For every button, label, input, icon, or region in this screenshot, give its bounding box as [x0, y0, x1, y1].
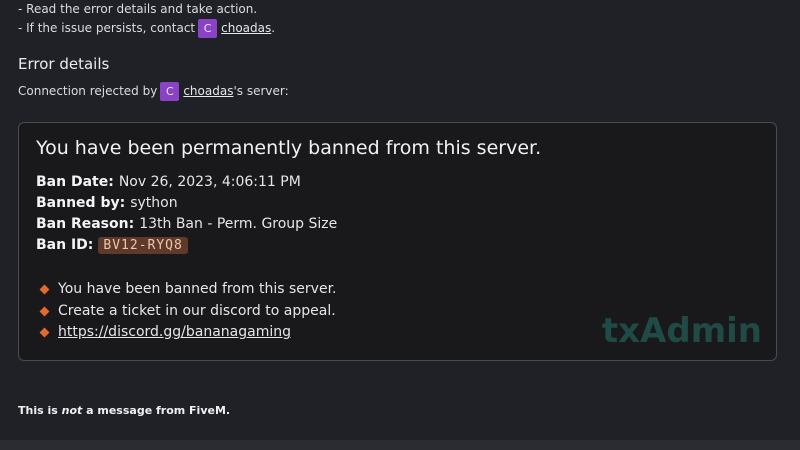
ban-id-label: Ban ID: [36, 237, 94, 253]
ban-message-card: You have been permanently banned from th… [18, 122, 777, 361]
note-banned: You have been banned from this server. [39, 279, 337, 299]
error-details-heading: Error details [18, 55, 110, 73]
instruction-text-1: - Read the error details and take action… [18, 2, 258, 16]
txadmin-watermark: txAdmin [601, 311, 762, 351]
bullet-diamond-icon [39, 327, 50, 337]
disclaimer-part-a: This is [18, 404, 62, 417]
disclaimer-part-b: a message from FiveM. [82, 404, 231, 417]
fivem-disclaimer: This is not a message from FiveM. [18, 404, 230, 417]
ban-date-row: Ban Date: Nov 26, 2023, 4:06:11 PM [36, 172, 301, 192]
instruction-period: . [271, 21, 276, 35]
ban-title: You have been permanently banned from th… [36, 137, 542, 159]
server-owner-link[interactable]: choadas [183, 84, 233, 98]
instruction-text-2: - If the issue persists, contact [18, 21, 196, 35]
server-owner-avatar: C [160, 81, 180, 101]
ban-id-code: BV12-RYQ8 [98, 236, 188, 254]
bullet-diamond-icon [39, 284, 50, 294]
note-text: Create a ticket in our discord to appeal… [58, 303, 336, 319]
note-appeal: Create a ticket in our discord to appeal… [39, 301, 336, 321]
ban-reason-label: Ban Reason: [36, 216, 135, 232]
ban-id-row: Ban ID: BV12-RYQ8 [36, 235, 188, 255]
rejected-suffix: 's server: [233, 84, 289, 98]
banned-by-value: sython [130, 195, 178, 211]
note-discord: https://discord.gg/bananagaming [39, 322, 291, 342]
instruction-read-details: - Read the error details and take action… [18, 2, 257, 16]
bullet-diamond-icon [39, 306, 50, 316]
ban-reason-row: Ban Reason: 13th Ban - Perm. Group Size [36, 214, 337, 234]
ban-date-label: Ban Date: [36, 174, 114, 190]
ban-date-value: Nov 26, 2023, 4:06:11 PM [118, 174, 301, 190]
instruction-contact: - If the issue persists, contact C choad… [18, 18, 275, 38]
bottom-bar [0, 440, 800, 450]
banned-by-row: Banned by: sython [36, 193, 178, 213]
connection-rejected-line: Connection rejected by C choadas 's serv… [18, 81, 289, 101]
discord-link[interactable]: https://discord.gg/bananagaming [58, 324, 291, 340]
banned-by-label: Banned by: [36, 195, 126, 211]
owner-avatar: C [198, 18, 218, 38]
owner-link[interactable]: choadas [221, 21, 271, 35]
note-text: You have been banned from this server. [58, 281, 337, 297]
ban-reason-value: 13th Ban - Perm. Group Size [139, 216, 338, 232]
rejected-prefix: Connection rejected by [18, 84, 158, 98]
disclaimer-emphasis: not [61, 404, 83, 417]
